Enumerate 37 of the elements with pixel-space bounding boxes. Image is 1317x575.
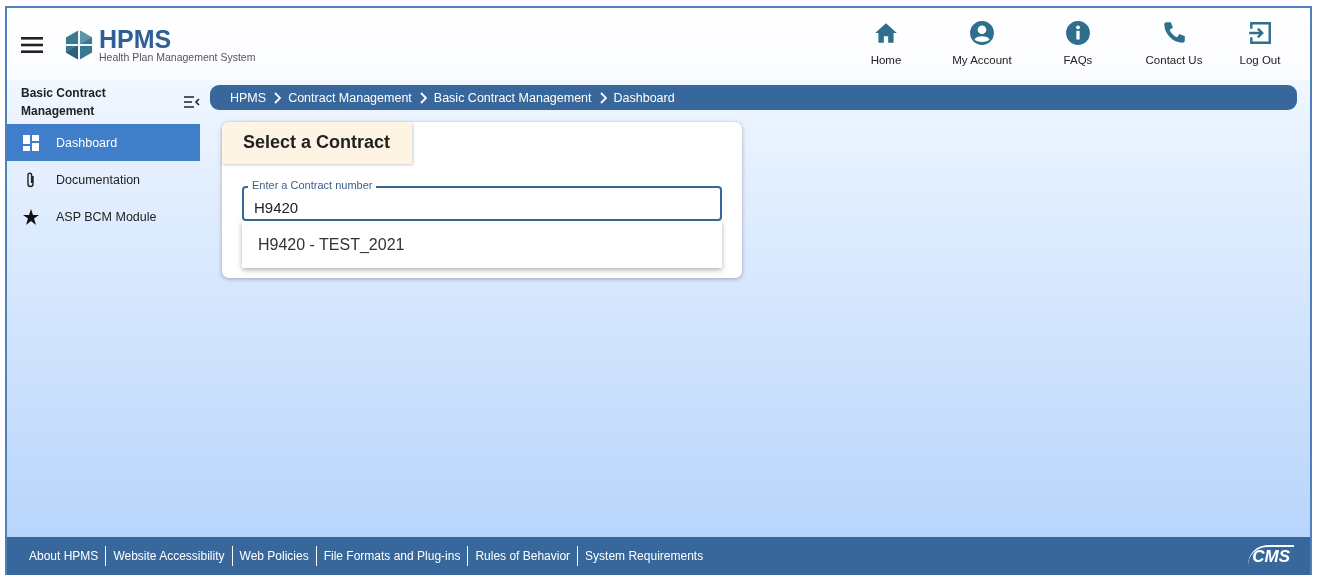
footer-link[interactable]: Website Accessibility — [113, 549, 225, 563]
nav-link[interactable]: Contact Us — [1126, 20, 1222, 66]
nav-link[interactable]: My Account — [934, 20, 1030, 66]
collapse-icon[interactable] — [184, 96, 200, 108]
phone-icon — [1161, 20, 1187, 46]
breadcrumb-link[interactable]: HPMS — [230, 90, 267, 105]
star-icon — [23, 208, 39, 225]
footer-link[interactable]: About HPMS — [29, 549, 99, 563]
logo-title: HPMS — [99, 26, 173, 52]
footer-link[interactable]: System Requirements — [585, 549, 704, 563]
chevron-right-icon — [418, 91, 427, 104]
field-label: Enter a Contract number — [248, 179, 377, 192]
breadcrumb-link[interactable]: Basic Contract Management — [433, 90, 592, 105]
footer-link[interactable]: Rules of Behavior — [475, 549, 571, 563]
sidebar-title: Basic Contract Management — [21, 85, 107, 120]
sidebar-item[interactable]: ASP BCM Module — [7, 198, 200, 235]
footer-link[interactable]: Web Policies — [239, 549, 309, 563]
dashboard-icon — [23, 134, 39, 151]
menu-icon[interactable] — [21, 36, 43, 53]
footer-link[interactable]: File Formats and Plug-ins — [323, 549, 461, 563]
user-icon — [969, 20, 995, 46]
breadcrumb-link[interactable]: Contract Management — [288, 90, 412, 105]
info-icon — [1065, 20, 1091, 46]
logout-icon — [1247, 20, 1273, 46]
nav-link[interactable]: Home — [838, 20, 934, 66]
chevron-right-icon — [273, 91, 282, 104]
logo-subtitle: Health Plan Management System — [99, 51, 256, 63]
nav-link[interactable]: FAQs — [1030, 20, 1126, 66]
cms-logo: CMS — [1248, 545, 1294, 567]
nav-link[interactable]: Log Out — [1222, 20, 1298, 66]
sidebar-item[interactable]: Dashboard — [7, 124, 200, 161]
card-title: Select a Contract — [222, 122, 413, 164]
sidebar-item[interactable]: Documentation — [7, 161, 200, 198]
breadcrumb-link[interactable]: Dashboard — [613, 90, 675, 105]
suggestion-option[interactable]: H9420 - TEST_2021 — [242, 221, 722, 268]
chevron-right-icon — [598, 91, 607, 104]
hexagon-logo-icon — [65, 29, 93, 60]
